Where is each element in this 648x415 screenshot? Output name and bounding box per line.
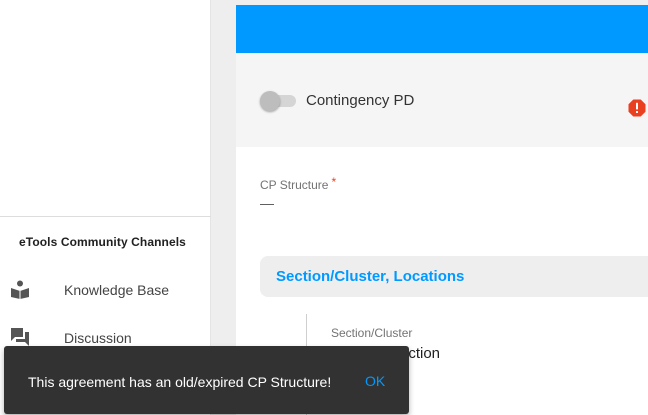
sidebar-divider: [0, 216, 211, 217]
toggle-knob: [260, 91, 280, 111]
section-cluster-locations-header[interactable]: Section/Cluster, Locations: [260, 256, 648, 297]
cp-structure-label: CP Structure *: [260, 175, 336, 192]
sidebar-item-label: Discussion: [64, 330, 132, 346]
contingency-label: Contingency PD: [306, 92, 415, 109]
contingency-row: Contingency PD: [236, 53, 648, 147]
cp-structure-label-text: CP Structure: [260, 178, 329, 192]
snackbar-toast: This agreement has an old/expired CP Str…: [4, 346, 409, 414]
page-header-bar: [236, 5, 648, 53]
sidebar-item-knowledge-base[interactable]: Knowledge Base: [0, 269, 211, 309]
community-channels-heading: eTools Community Channels: [19, 235, 186, 249]
required-marker: *: [331, 175, 337, 189]
contingency-toggle[interactable]: [260, 91, 298, 111]
toast-ok-button[interactable]: OK: [361, 368, 389, 394]
forum-icon: [10, 327, 30, 347]
section-title: Section/Cluster, Locations: [276, 268, 465, 285]
section-cluster-label: Section/Cluster: [331, 326, 413, 340]
cp-structure-value[interactable]: —: [260, 195, 274, 211]
toast-message: This agreement has an old/expired CP Str…: [28, 374, 332, 390]
sidebar-item-label: Knowledge Base: [64, 282, 170, 298]
book-reader-icon: [10, 279, 30, 299]
error-icon: [628, 99, 646, 117]
